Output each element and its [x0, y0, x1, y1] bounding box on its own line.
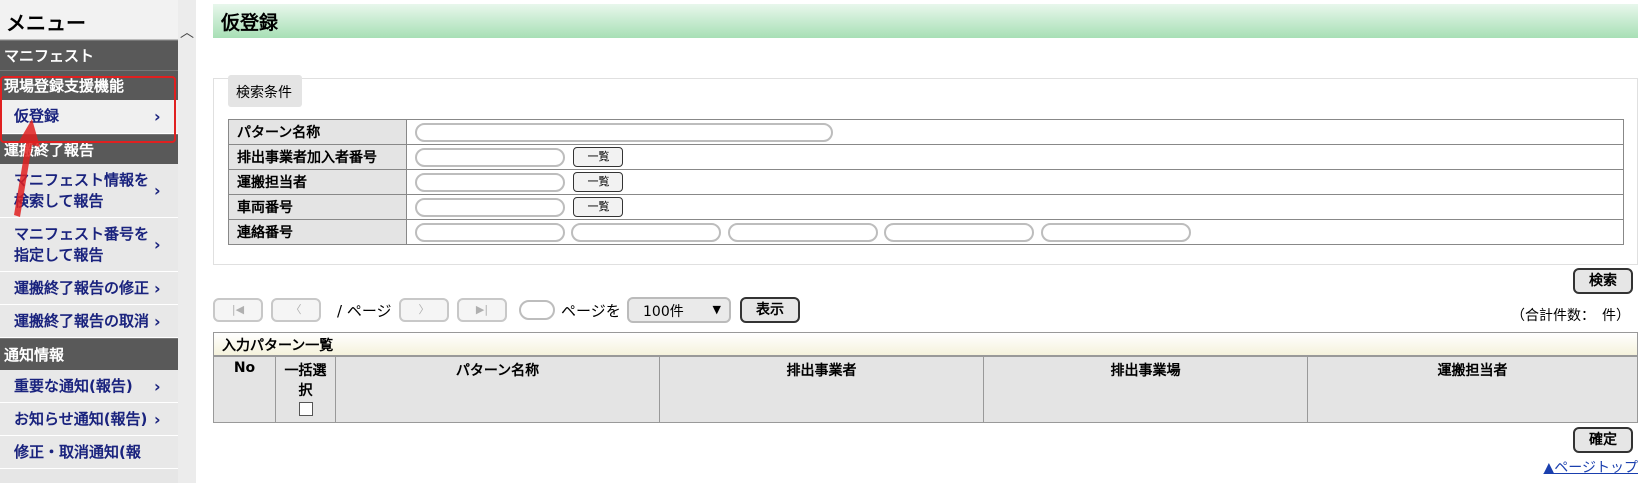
table-row: 排出事業者加入者番号 一覧: [228, 144, 1624, 170]
sidebar-item-label: 運搬終了報告の取消: [14, 311, 150, 330]
list-title: 入力パターン一覧: [213, 332, 1638, 356]
chevron-right-icon: ›: [154, 181, 161, 200]
search-button[interactable]: 検索: [1573, 268, 1633, 294]
sidebar-item-label-line1: マニフェスト情報を: [14, 170, 150, 189]
sidebar-item-label-line2: 指定して報告: [14, 245, 104, 264]
prev-page-button[interactable]: 〈: [271, 298, 321, 322]
column-discharger: 排出事業者: [659, 356, 984, 423]
transport-person-label: 運搬担当者: [228, 169, 407, 195]
pattern-list-table: No 一括選 択 パターン名称 排出事業者 排出事業場 運搬担当者: [213, 356, 1638, 423]
chevron-right-icon: ›: [154, 278, 161, 298]
sidebar-item-search-report[interactable]: マニフェスト情報を 検索して報告 ›: [0, 164, 178, 218]
search-conditions: 検索条件 パターン名称 排出事業者加入者番号 一覧 運搬担当者 一覧 車両番号 …: [213, 75, 1638, 265]
main-content: 仮登録 検索条件 パターン名称 排出事業者加入者番号 一覧 運搬担当者 一覧 車…: [213, 0, 1642, 483]
sidebar-item-label-line1: マニフェスト番号を: [14, 224, 150, 243]
caret-down-icon: ▼: [712, 303, 721, 316]
per-page-select[interactable]: 100件 ▼: [627, 297, 731, 323]
sidebar-item-cancel-report[interactable]: 運搬終了報告の取消 ›: [0, 305, 178, 338]
discharger-list-button[interactable]: 一覧: [573, 147, 624, 167]
section-transport-end-report: 運搬終了報告: [0, 134, 178, 164]
per-page-value: 100件: [643, 304, 684, 320]
last-page-button[interactable]: ▶|: [457, 298, 507, 322]
page-wo-label: ページを: [561, 302, 621, 320]
page-title: 仮登録: [213, 4, 1638, 38]
sidebar-item-label: お知らせ通知(報告): [14, 409, 148, 428]
table-row: 車両番号 一覧: [228, 194, 1624, 220]
sidebar-item-number-report[interactable]: マニフェスト番号を 指定して報告 ›: [0, 218, 178, 272]
contact-no-input-5[interactable]: [1040, 222, 1191, 242]
first-page-button[interactable]: |◀: [213, 298, 263, 322]
search-legend: 検索条件: [228, 75, 302, 107]
table-row: パターン名称: [228, 119, 1624, 145]
column-pattern-name: パターン名称: [335, 356, 660, 423]
chevron-right-icon: ›: [154, 311, 161, 331]
chevron-right-icon: ›: [154, 235, 161, 254]
page-number-input[interactable]: [519, 300, 555, 320]
menu-title: メニュー: [0, 0, 178, 40]
section-genba-support: 現場登録支援機能: [0, 70, 178, 100]
confirm-button[interactable]: 確定: [1573, 427, 1633, 453]
page-label: / ページ: [337, 302, 392, 320]
sidebar-item-correction-notice[interactable]: 修正・取消通知(報: [0, 436, 178, 469]
chevron-right-icon: ›: [154, 409, 161, 429]
transport-person-list-button[interactable]: 一覧: [573, 172, 624, 192]
section-notice: 通知情報: [0, 338, 178, 370]
transport-person-input[interactable]: [415, 172, 565, 192]
contact-no-input-2[interactable]: [571, 222, 722, 242]
sidebar-item-label: 仮登録: [14, 107, 60, 125]
pattern-name-input[interactable]: [415, 122, 833, 142]
contact-no-label: 連絡番号: [228, 219, 407, 245]
table-row: 連絡番号: [228, 219, 1624, 245]
column-no: No: [213, 356, 276, 423]
chevron-right-icon: ›: [154, 107, 161, 126]
vehicle-no-label: 車両番号: [228, 194, 407, 220]
sidebar-item-important-notice[interactable]: 重要な通知(報告) ›: [0, 370, 178, 403]
chevron-right-icon: ›: [154, 376, 161, 396]
total-count: （合計件数： 件）: [1511, 308, 1630, 324]
pattern-name-label: パターン名称: [228, 119, 407, 145]
sidebar-item-label: マニフェスト番号を 指定して報告: [14, 224, 154, 266]
sidebar-item-label: 修正・取消通知(報: [14, 443, 141, 461]
sidebar-item-fix-report[interactable]: 運搬終了報告の修正 ›: [0, 272, 178, 305]
contact-no-input-4[interactable]: [884, 222, 1035, 242]
contact-no-input-1[interactable]: [415, 222, 565, 242]
next-page-button[interactable]: 〉: [399, 298, 449, 322]
column-discharge-site: 排出事業場: [983, 356, 1308, 423]
select-all-checkbox[interactable]: [298, 402, 313, 416]
sidebar-item-label: 重要な通知(報告): [14, 376, 133, 395]
sidebar-scrollbar[interactable]: ︿: [178, 0, 196, 483]
discharger-no-label: 排出事業者加入者番号: [228, 144, 407, 170]
page-top-link[interactable]: ▲ページトップ: [1544, 457, 1639, 477]
sidebar-item-label-line2: 検索して報告: [14, 191, 104, 210]
table-row: 運搬担当者 一覧: [228, 169, 1624, 195]
vehicle-no-input[interactable]: [415, 197, 565, 217]
search-conditions-table: パターン名称 排出事業者加入者番号 一覧 運搬担当者 一覧 車両番号 一覧 連絡…: [228, 119, 1624, 245]
column-bulk-select: 一括選 択: [275, 356, 336, 423]
chevron-up-icon[interactable]: ︿: [180, 22, 194, 42]
discharger-no-input[interactable]: [415, 147, 565, 167]
section-manifest: マニフェスト: [0, 40, 178, 70]
show-button[interactable]: 表示: [740, 297, 800, 323]
table-header-row: No 一括選 択 パターン名称 排出事業者 排出事業場 運搬担当者: [213, 356, 1638, 423]
sidebar-item-label: マニフェスト情報を 検索して報告: [14, 170, 154, 212]
contact-no-input-3[interactable]: [727, 222, 878, 242]
column-transport-person: 運搬担当者: [1307, 356, 1638, 423]
sidebar-item-label: 運搬終了報告の修正: [14, 278, 150, 297]
bulk-select-label-1: 一括選: [284, 363, 327, 379]
sidebar-item-kari-touroku[interactable]: 仮登録 ›: [0, 100, 178, 134]
bulk-select-label-2: 択: [298, 383, 313, 399]
sidebar: メニュー マニフェスト 現場登録支援機能 仮登録 › 運搬終了報告 マニフェスト…: [0, 0, 178, 483]
vehicle-list-button[interactable]: 一覧: [573, 197, 624, 217]
sidebar-item-info-notice[interactable]: お知らせ通知(報告) ›: [0, 403, 178, 436]
